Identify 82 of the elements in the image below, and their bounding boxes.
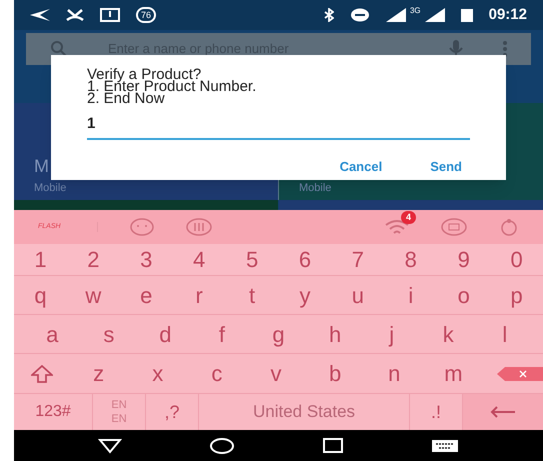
space-key[interactable]: United States — [199, 394, 409, 430]
signal-icon — [386, 8, 406, 22]
contact-tile[interactable] — [14, 200, 278, 210]
keyboard-key[interactable]: l — [476, 315, 534, 353]
symbols-key[interactable]: 123# — [14, 394, 92, 430]
language-label: EN — [111, 398, 127, 412]
message-icon — [100, 8, 120, 22]
contact-type: Mobile — [34, 180, 68, 196]
keyboard-key[interactable]: f — [194, 315, 250, 353]
keyboard-key[interactable]: i — [384, 276, 438, 314]
keyboard-key[interactable]: n — [364, 354, 424, 393]
keyboard-key[interactable]: b — [306, 354, 365, 393]
keyboard-key[interactable]: t — [226, 276, 279, 314]
wifi-icon — [385, 219, 409, 235]
keyboard-key[interactable]: h — [306, 315, 364, 353]
shift-icon — [30, 364, 52, 382]
contact-type: Mobile — [299, 180, 332, 196]
keyboard-key[interactable]: o — [437, 276, 490, 314]
input-field[interactable]: 1 — [87, 113, 470, 140]
back-icon[interactable] — [98, 438, 122, 454]
language-key[interactable]: EN EN — [93, 394, 145, 430]
dialog-button[interactable]: Cancel — [340, 156, 382, 176]
more-icon — [503, 41, 507, 57]
keyboard-key[interactable]: r — [172, 276, 226, 314]
keyboard-key[interactable]: c — [187, 354, 246, 393]
keyboard-key[interactable]: 3 — [120, 244, 173, 275]
keyboard-key[interactable]: x — [128, 354, 188, 393]
keyboard-key[interactable]: 6 — [278, 244, 332, 275]
network-type: 3G — [410, 5, 421, 17]
battery-icon — [460, 8, 473, 22]
enter-icon — [490, 406, 516, 418]
theme-icon — [441, 218, 467, 236]
dialog-message: Verify a Product? — [87, 69, 202, 81]
notification-badge: 76 — [136, 7, 156, 23]
home-icon[interactable] — [208, 436, 235, 454]
missed-call-icon — [66, 8, 84, 22]
keyboard-key[interactable]: v — [246, 354, 306, 393]
search-icon — [50, 40, 68, 58]
keyboard-key[interactable]: g — [250, 315, 307, 353]
keyboard-key[interactable]: d — [137, 315, 194, 353]
signal-icon — [424, 8, 445, 22]
keyboard-key[interactable]: p — [490, 276, 543, 314]
dialog-message: 2. End Now — [87, 93, 165, 105]
keyboard-key[interactable]: u — [331, 276, 384, 314]
recent-apps-icon[interactable] — [322, 436, 344, 454]
dialog-message: 1. Enter Product Number. — [87, 81, 258, 93]
keyboard-key[interactable]: 8 — [384, 244, 438, 275]
contact-name: M — [34, 154, 50, 178]
do-not-disturb-icon — [350, 8, 370, 22]
period-key[interactable]: .! — [410, 394, 462, 430]
keyboard-key[interactable]: a — [24, 315, 81, 353]
contact-tile[interactable] — [279, 200, 543, 210]
keyboard-icon[interactable] — [431, 438, 460, 452]
microphone-icon — [449, 40, 463, 58]
keyboard-key[interactable]: 0 — [490, 244, 543, 275]
keyboard-key[interactable]: y — [278, 276, 332, 314]
comma-key[interactable]: ,? — [146, 394, 198, 430]
keyboard-key[interactable]: e — [120, 276, 173, 314]
keyboard-key[interactable]: j — [363, 315, 420, 353]
keyboard-key[interactable]: 1 — [14, 244, 67, 275]
keyboard-key[interactable]: q — [14, 276, 67, 314]
send-icon — [30, 8, 50, 22]
keyboard-key[interactable]: 7 — [331, 244, 384, 275]
clock: 09:12 — [488, 4, 527, 25]
keyboard-key[interactable]: 9 — [437, 244, 490, 275]
bluetooth-icon — [324, 8, 334, 22]
notification-count: 4 — [401, 211, 416, 224]
backspace-icon — [496, 366, 543, 380]
keyboard-key[interactable]: 4 — [172, 244, 226, 275]
keyboard-key[interactable]: 5 — [226, 244, 279, 275]
keyboard-key[interactable]: z — [69, 354, 128, 393]
language-label: EN — [111, 412, 127, 426]
settings-icon — [499, 218, 519, 236]
keyboard-key[interactable]: k — [420, 315, 476, 353]
keyboard-key[interactable]: 2 — [66, 244, 120, 275]
keyboard-key[interactable]: s — [80, 315, 138, 353]
dialog-button[interactable]: Send — [430, 156, 462, 176]
emoji-icon — [130, 218, 154, 236]
clipboard-icon — [186, 218, 212, 236]
enter-key[interactable] — [463, 394, 543, 430]
keyboard-key[interactable]: m — [424, 354, 483, 393]
keyboard-key[interactable]: w — [66, 276, 120, 314]
